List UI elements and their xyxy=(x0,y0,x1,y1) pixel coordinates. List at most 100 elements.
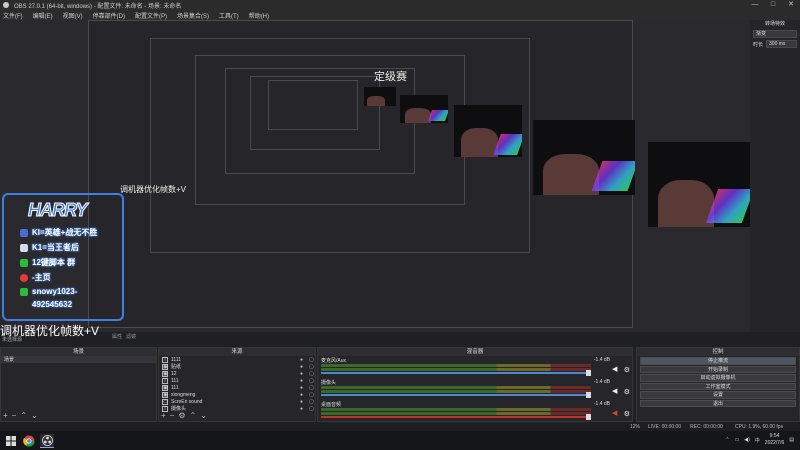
gear-icon[interactable]: ⚙ xyxy=(624,410,630,418)
gear-icon[interactable]: ⚙ xyxy=(178,411,185,420)
menu-help[interactable]: 帮助(H) xyxy=(249,11,269,20)
speaker-icon[interactable]: ◀ xyxy=(612,388,620,395)
lock-icon[interactable]: ▢ xyxy=(309,378,315,384)
menu-bar: 文件(F) 编辑(E) 视图(V) 停靠部件(D) 配置文件(P) 场景集合(S… xyxy=(0,10,800,20)
tab-filters[interactable]: 滤镜 xyxy=(126,333,136,340)
channel-name: 桌面音频 xyxy=(321,402,342,408)
source-item[interactable]: ▣ xiongmeng ● ▢ xyxy=(159,391,315,398)
mixer-channel: 麦克风/Aux -1.4 dB ◀ ⚙ xyxy=(318,356,632,378)
gear-icon[interactable]: ⚙ xyxy=(624,388,630,396)
duration-row: 时长 300 ms xyxy=(753,40,797,48)
transitions-header: 转场特效 xyxy=(764,21,785,27)
down-icon[interactable]: ⌄ xyxy=(200,411,207,420)
network-icon[interactable]: ▭ xyxy=(735,437,740,443)
start-virtual-camera-button[interactable]: 启动虚拟摄像机 xyxy=(640,374,796,382)
menu-scene-collection[interactable]: 场景集合(S) xyxy=(177,11,209,20)
eye-icon[interactable]: ● xyxy=(300,371,306,377)
source-item[interactable]: T 111 ● ▢ xyxy=(159,377,315,384)
wechat-icon xyxy=(20,258,28,267)
image-source-icon: ▣ xyxy=(162,391,168,398)
channel-db: -1.4 dB xyxy=(593,379,610,385)
scene-item[interactable]: 场景 xyxy=(1,356,156,363)
eye-icon[interactable]: ● xyxy=(300,385,306,391)
menu-view[interactable]: 视图(V) xyxy=(63,11,83,20)
source-item[interactable]: ▣ 12 ● ▢ xyxy=(159,370,315,377)
sources-toolbar: + − ⚙ ⌃ ⌄ xyxy=(161,411,207,420)
source-item[interactable]: T 1111 ● ▢ xyxy=(159,356,315,363)
source-item[interactable]: ▭ ScreEn sound ● ▢ xyxy=(159,398,315,405)
duration-label: 时长 xyxy=(753,41,764,48)
transition-select-row: 渐变 xyxy=(753,30,797,38)
duration-input[interactable]: 300 ms xyxy=(766,40,797,48)
input-language[interactable]: 中 xyxy=(755,437,760,444)
eye-icon[interactable]: ● xyxy=(300,406,306,412)
volume-icon[interactable]: ◀) xyxy=(744,437,750,443)
down-icon[interactable]: ⌄ xyxy=(31,411,38,420)
windows-start-icon[interactable] xyxy=(4,434,18,448)
menu-edit[interactable]: 编辑(E) xyxy=(33,11,53,20)
studio-mode-button[interactable]: 工作室模式 xyxy=(640,382,796,390)
up-icon[interactable]: ⌃ xyxy=(190,411,197,420)
menu-docks[interactable]: 停靠部件(D) xyxy=(93,11,125,20)
tab-properties[interactable]: 属性 xyxy=(112,333,122,340)
wechat-icon xyxy=(20,287,28,296)
lock-icon[interactable]: ▢ xyxy=(309,357,315,363)
menu-tools[interactable]: 工具(T) xyxy=(219,11,239,20)
eye-icon[interactable]: ● xyxy=(300,357,306,363)
obs-taskbar-icon[interactable] xyxy=(40,433,54,448)
lock-icon[interactable]: ▢ xyxy=(309,399,315,405)
remove-icon[interactable]: − xyxy=(12,411,17,420)
volume-slider-knob[interactable] xyxy=(586,370,591,376)
channel-name: 摄像头 xyxy=(321,380,337,386)
exit-button[interactable]: 退出 xyxy=(640,399,796,407)
sources-dock: 来源 T 1111 ● ▢ ▣ 贴纸 ● ▢ ▣ 12 ● ▢ T 111 ● ▢ ▣ 111 ● ▢ ▣ xi… xyxy=(158,347,316,422)
add-icon[interactable]: + xyxy=(161,411,166,420)
mixer-dock: 混音器 麦克风/Aux -1.4 dB ◀ ⚙ 摄像头 -1.4 dB ◀ ⚙ … xyxy=(317,347,633,422)
lock-icon[interactable]: ▢ xyxy=(309,385,315,391)
tray-expand-icon[interactable]: ⌃ xyxy=(725,437,729,443)
bitrate-status: 12% xyxy=(630,424,641,430)
speaker-icon[interactable]: ◀ xyxy=(612,366,620,373)
volume-slider[interactable] xyxy=(321,394,591,396)
minimize-button[interactable]: — xyxy=(746,0,764,10)
scenes-header: 场景 xyxy=(1,348,156,356)
volume-slider[interactable] xyxy=(321,372,591,374)
notification-icon[interactable]: ▤ xyxy=(789,437,794,443)
camera-feed-1 xyxy=(648,142,750,227)
eye-icon[interactable]: ● xyxy=(300,378,306,384)
clock-date: 2022/7/6 xyxy=(764,440,785,446)
source-item[interactable]: ▣ 111 ● ▢ xyxy=(159,384,315,391)
start-recording-button[interactable]: 开始录制 xyxy=(640,365,796,373)
status-bar: 12% LIVE: 00:00:00 REC: 00:00:00 CPU: 1.… xyxy=(0,423,800,431)
volume-slider-knob[interactable] xyxy=(586,392,591,398)
lock-icon[interactable]: ▢ xyxy=(309,406,315,412)
settings-button[interactable]: 设置 xyxy=(640,391,796,399)
up-icon[interactable]: ⌃ xyxy=(20,411,27,420)
source-item[interactable]: ▣ 贴纸 ● ▢ xyxy=(159,363,315,370)
transition-select[interactable]: 渐变 xyxy=(753,30,797,38)
lock-icon[interactable]: ▢ xyxy=(309,371,315,377)
clock[interactable]: 9:54 2022/7/6 xyxy=(765,433,784,447)
image-source-icon: ▣ xyxy=(162,384,168,391)
speaker-muted-icon[interactable]: ◀ xyxy=(612,410,620,417)
gear-icon[interactable]: ⚙ xyxy=(624,366,630,374)
text-source-icon: T xyxy=(162,356,168,363)
volume-slider-knob[interactable] xyxy=(586,414,591,420)
capture-source-icon: ▭ xyxy=(162,398,168,405)
lock-icon[interactable]: ▢ xyxy=(309,392,315,398)
eye-icon[interactable]: ● xyxy=(300,392,306,398)
maximize-button[interactable]: □ xyxy=(764,0,782,10)
add-icon[interactable]: + xyxy=(3,411,8,420)
close-button[interactable]: ✕ xyxy=(782,0,800,10)
volume-slider[interactable] xyxy=(321,416,591,418)
controls-header: 控制 xyxy=(637,348,799,356)
chrome-icon[interactable] xyxy=(22,434,36,448)
lock-icon[interactable]: ▢ xyxy=(309,364,315,370)
eye-icon[interactable]: ● xyxy=(300,399,306,405)
menu-file[interactable]: 文件(F) xyxy=(3,11,23,20)
stop-streaming-button[interactable]: 停止推流 xyxy=(640,357,796,365)
remove-icon[interactable]: − xyxy=(170,411,175,420)
overlay-line-6: 492545632 xyxy=(32,300,73,309)
menu-profile[interactable]: 配置文件(P) xyxy=(135,11,167,20)
eye-icon[interactable]: ● xyxy=(300,364,306,370)
